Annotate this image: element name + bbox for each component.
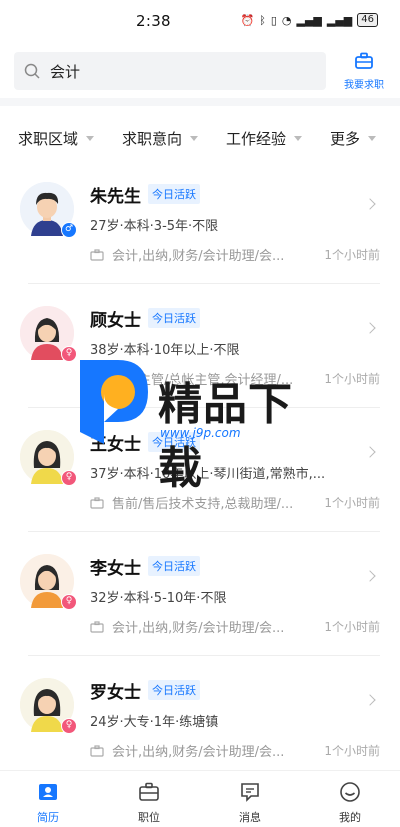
status-icons: ⏰ ᛒ ▯ ◔ ▂▄▆ ▂▄▆ 46: [240, 13, 378, 27]
filter-more[interactable]: 更多: [330, 128, 377, 149]
female-icon: ♀: [61, 718, 77, 734]
candidate-name: 朱先生: [90, 187, 141, 207]
avatar: ♀: [20, 554, 77, 610]
filter-intent[interactable]: 求职意向: [122, 128, 199, 149]
active-time: 1个小时前: [324, 496, 380, 510]
candidate-name: 罗女士: [90, 683, 141, 703]
bottom-tab-bar: 简历 职位 消息 我的: [0, 770, 400, 827]
chevron-right-icon: [364, 198, 376, 210]
female-icon: ♀: [61, 346, 77, 362]
avatar: ♀: [20, 678, 77, 734]
intent-text: 会计,出纳,财务/会计助理/会...: [112, 249, 285, 264]
candidate-card[interactable]: ♀ 李女士 今日活跃 32岁·本科·5-10年·不限 会计,出纳,财务/会计助理…: [0, 532, 400, 656]
avatar: ♀: [20, 430, 77, 486]
chevron-right-icon: [364, 446, 376, 458]
bluetooth-icon: ᛒ: [259, 13, 266, 27]
signal-icon: ▂▄▆: [296, 13, 322, 27]
resume-icon: [39, 784, 57, 800]
briefcase-icon: [90, 248, 104, 261]
male-icon: ♂: [61, 222, 77, 238]
candidate-meta: 27岁·本科·3-5年·不限: [90, 219, 219, 234]
tab-label: 简历: [37, 811, 59, 824]
chevron-right-icon: [364, 570, 376, 582]
active-badge: 今日活跃: [148, 184, 200, 204]
tab-label: 我的: [339, 811, 361, 824]
active-time: 1个小时前: [324, 744, 380, 758]
caret-down-icon: [86, 136, 95, 141]
candidate-intent: 会计,出纳,财务/会计助理/会...: [90, 617, 302, 636]
candidate-intent: 财务主管/总帐主管,会计经理/...: [90, 369, 302, 388]
candidate-card[interactable]: ♀ 顾女士 今日活跃 38岁·本科·10年以上·不限 财务主管/总帐主管,会计经…: [0, 284, 400, 408]
briefcase-icon: [90, 372, 104, 385]
candidate-name: 顾女士: [90, 311, 141, 331]
alarm-icon: ⏰: [240, 13, 255, 27]
intent-text: 售前/售后技术支持,总裁助理/...: [112, 497, 294, 512]
chevron-right-icon: [364, 694, 376, 706]
filter-label: 更多: [330, 130, 361, 148]
candidate-intent: 售前/售后技术支持,总裁助理/...: [90, 493, 302, 512]
active-time: 1个小时前: [324, 372, 380, 386]
active-time: 1个小时前: [324, 620, 380, 634]
search-bar[interactable]: [14, 52, 326, 90]
filter-bar: 求职区域 求职意向 工作经验 更多: [0, 122, 400, 154]
active-time: 1个小时前: [324, 248, 380, 262]
avatar: ♀: [20, 306, 77, 362]
search-input[interactable]: [50, 62, 290, 80]
candidate-name: 王女士: [90, 435, 141, 455]
candidate-meta: 37岁·本科·10年以上·琴川街道,常熟市,...: [90, 467, 326, 482]
candidate-intent: 会计,出纳,财务/会计助理/会...: [90, 741, 302, 760]
briefcase-icon: [355, 52, 373, 69]
caret-down-icon: [368, 136, 377, 141]
signal-icon-2: ▂▄▆: [326, 13, 353, 27]
briefcase-icon: [139, 782, 159, 801]
intent-text: 会计,出纳,财务/会计助理/会...: [112, 621, 285, 636]
filter-label: 求职意向: [122, 130, 183, 148]
female-icon: ♀: [61, 594, 77, 610]
status-bar: 2:38 ⏰ ᛒ ▯ ◔ ▂▄▆ ▂▄▆ 46: [0, 0, 400, 44]
my-job-label: 我要求职: [344, 80, 384, 91]
active-badge: 今日活跃: [148, 556, 200, 576]
caret-down-icon: [294, 136, 303, 141]
profile-icon: [340, 782, 360, 802]
candidate-intent: 会计,出纳,财务/会计助理/会...: [90, 245, 302, 264]
tab-label: 职位: [138, 811, 160, 824]
female-icon: ♀: [61, 470, 77, 486]
tab-profile[interactable]: 我的: [320, 781, 380, 825]
active-badge: 今日活跃: [148, 680, 200, 700]
caret-down-icon: [190, 136, 199, 141]
tab-messages[interactable]: 消息: [220, 781, 280, 825]
search-icon: [24, 63, 40, 79]
filter-experience[interactable]: 工作经验: [226, 128, 303, 149]
filter-label: 工作经验: [226, 130, 287, 148]
candidate-card[interactable]: ♀ 王女士 今日活跃 37岁·本科·10年以上·琴川街道,常熟市,... 售前/…: [0, 408, 400, 532]
candidate-card[interactable]: ♂ 朱先生 今日活跃 27岁·本科·3-5年·不限 会计,出纳,财务/会计助理/…: [0, 160, 400, 284]
avatar: ♂: [20, 182, 77, 238]
active-badge: 今日活跃: [148, 432, 200, 452]
briefcase-icon: [90, 496, 104, 509]
tab-resume[interactable]: 简历: [18, 781, 78, 825]
briefcase-icon: [90, 620, 104, 633]
chevron-right-icon: [364, 322, 376, 334]
section-separator: [0, 98, 400, 106]
tab-jobs[interactable]: 职位: [119, 781, 179, 825]
candidate-meta: 24岁·大专·1年·练塘镇: [90, 715, 219, 730]
candidate-card[interactable]: ♀ 罗女士 今日活跃 24岁·大专·1年·练塘镇 会计,出纳,财务/会计助理/会…: [0, 656, 400, 780]
intent-text: 财务主管/总帐主管,会计经理/...: [112, 373, 294, 388]
my-job-button[interactable]: 我要求职: [336, 52, 392, 92]
candidate-name: 李女士: [90, 559, 141, 579]
active-badge: 今日活跃: [148, 308, 200, 328]
candidate-meta: 38岁·本科·10年以上·不限: [90, 343, 240, 358]
vibrate-icon: ▯: [270, 13, 277, 27]
filter-region[interactable]: 求职区域: [18, 128, 95, 149]
message-icon: [241, 783, 259, 802]
battery-indicator: 46: [357, 13, 378, 27]
filter-label: 求职区域: [18, 130, 79, 148]
intent-text: 会计,出纳,财务/会计助理/会...: [112, 745, 285, 760]
candidate-meta: 32岁·本科·5-10年·不限: [90, 591, 227, 606]
status-time: 2:38: [136, 12, 171, 30]
wifi-icon: ◔: [281, 13, 292, 27]
briefcase-icon: [90, 744, 104, 757]
tab-label: 消息: [239, 811, 261, 824]
